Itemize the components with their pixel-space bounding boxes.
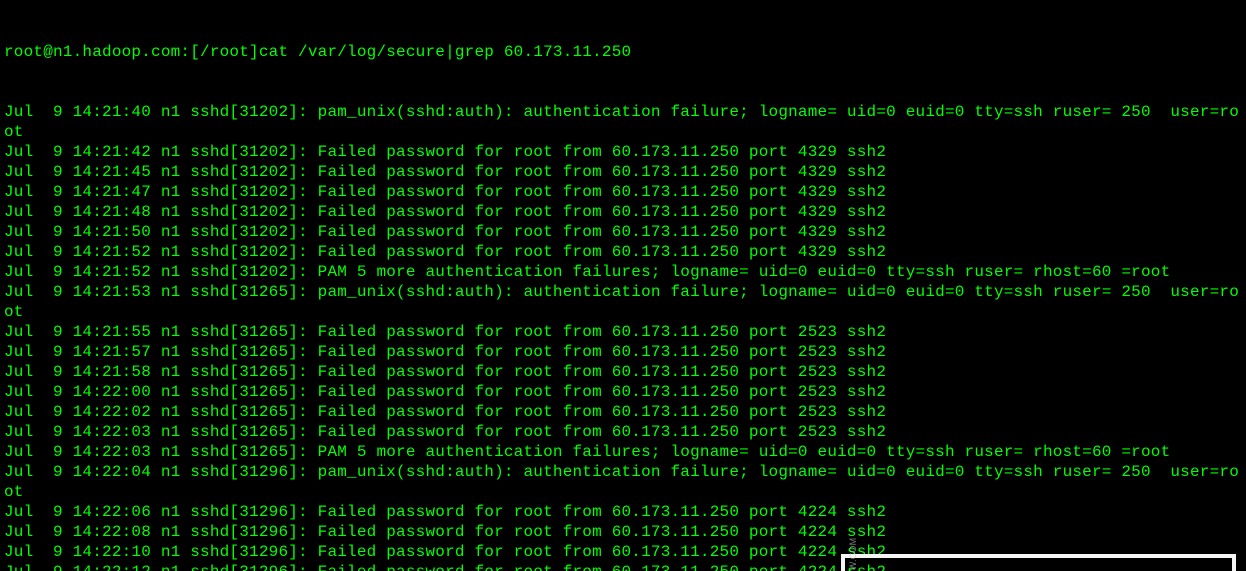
log-line: Jul 9 14:22:08 n1 sshd[31296]: Failed pa… [4,522,1242,542]
log-line: Jul 9 14:21:52 n1 sshd[31202]: Failed pa… [4,242,1242,262]
log-line: Jul 9 14:21:40 n1 sshd[31202]: pam_unix(… [4,102,1242,142]
command-line: root@n1.hadoop.com:[/root]cat /var/log/s… [4,42,1242,62]
log-line: Jul 9 14:21:57 n1 sshd[31265]: Failed pa… [4,342,1242,362]
log-line: Jul 9 14:22:03 n1 sshd[31265]: PAM 5 mor… [4,442,1242,462]
log-line: Jul 9 14:22:03 n1 sshd[31265]: Failed pa… [4,422,1242,442]
log-line: Jul 9 14:22:04 n1 sshd[31296]: pam_unix(… [4,462,1242,502]
log-line: Jul 9 14:21:47 n1 sshd[31202]: Failed pa… [4,182,1242,202]
log-line: Jul 9 14:21:45 n1 sshd[31202]: Failed pa… [4,162,1242,182]
log-line: Jul 9 14:21:58 n1 sshd[31265]: Failed pa… [4,362,1242,382]
log-line: Jul 9 14:21:53 n1 sshd[31265]: pam_unix(… [4,282,1242,322]
log-line: Jul 9 14:22:02 n1 sshd[31265]: Failed pa… [4,402,1242,422]
log-line: Jul 9 14:22:12 n1 sshd[31296]: Failed pa… [4,562,1242,571]
log-line: Jul 9 14:22:00 n1 sshd[31265]: Failed pa… [4,382,1242,402]
terminal-output[interactable]: root@n1.hadoop.com:[/root]cat /var/log/s… [0,0,1246,571]
log-line: Jul 9 14:22:06 n1 sshd[31296]: Failed pa… [4,502,1242,522]
log-line: Jul 9 14:21:55 n1 sshd[31265]: Failed pa… [4,322,1242,342]
log-line: Jul 9 14:22:10 n1 sshd[31296]: Failed pa… [4,542,1242,562]
log-line: Jul 9 14:21:48 n1 sshd[31202]: Failed pa… [4,202,1242,222]
log-line: Jul 9 14:21:50 n1 sshd[31202]: Failed pa… [4,222,1242,242]
log-lines-container: Jul 9 14:21:40 n1 sshd[31202]: pam_unix(… [4,102,1242,571]
log-line: Jul 9 14:21:42 n1 sshd[31202]: Failed pa… [4,142,1242,162]
log-line: Jul 9 14:21:52 n1 sshd[31202]: PAM 5 mor… [4,262,1242,282]
